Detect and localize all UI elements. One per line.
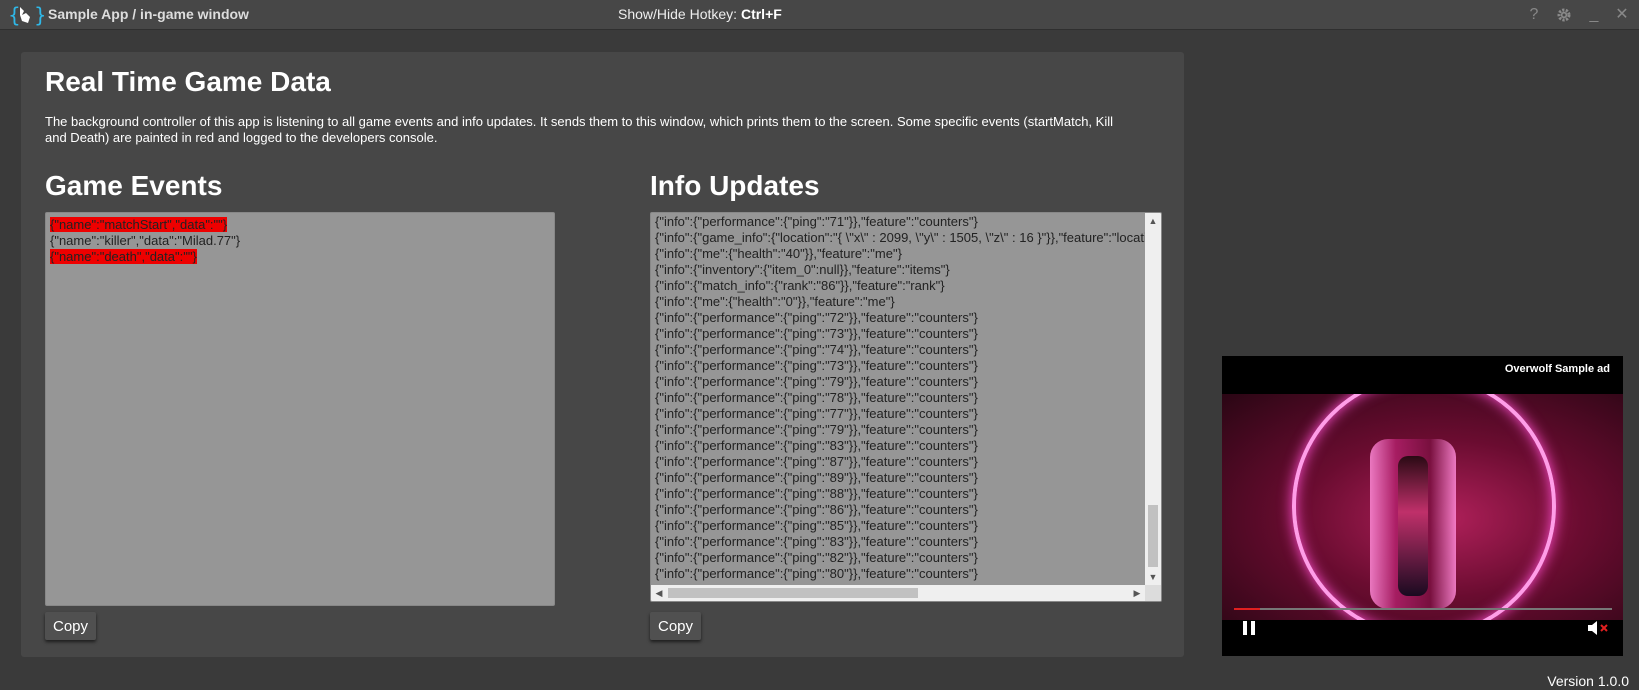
scroll-left-icon[interactable]: ◀	[651, 585, 667, 601]
scroll-up-icon[interactable]: ▲	[1145, 213, 1161, 229]
hotkey-value: Ctrl+F	[740, 6, 782, 22]
event-line: {"name":"killer","data":"Milad.77"}	[46, 233, 554, 249]
event-line-text: {"name":"death","data":""}	[50, 249, 197, 264]
ad-progress-bar[interactable]	[1234, 608, 1612, 610]
info-line: {"info":{"performance":{"ping":"83"}},"f…	[655, 438, 978, 453]
help-icon[interactable]: ?	[1524, 5, 1544, 25]
game-events-title: Game Events	[45, 170, 223, 201]
title-bar[interactable]: { } Sample App / in-game window Show/Hid…	[0, 0, 1639, 30]
close-icon[interactable]: ✕	[1612, 5, 1632, 25]
event-line-text: {"name":"killer","data":"Milad.77"}	[50, 233, 241, 248]
ad-progress-fill	[1234, 608, 1261, 610]
vertical-scroll-thumb[interactable]	[1148, 505, 1158, 567]
info-updates-lines: {"info":{"performance":{"ping":"71"}},"f…	[651, 214, 1145, 585]
vertical-scrollbar[interactable]: ▲ ▼	[1145, 213, 1161, 585]
mute-icon[interactable]	[1586, 619, 1610, 637]
horizontal-scrollbar[interactable]: ◀ ▶	[651, 585, 1161, 601]
version-label: Version 1.0.0	[1547, 673, 1629, 689]
info-line: {"info":{"performance":{"ping":"74"}},"f…	[655, 342, 978, 357]
minimize-icon[interactable]: _	[1584, 5, 1604, 25]
info-line: {"info":{"performance":{"ping":"73"}},"f…	[655, 326, 978, 341]
event-line: {"name":"matchStart","data":""}	[46, 217, 554, 233]
info-line: {"info":{"performance":{"ping":"86"}},"f…	[655, 502, 978, 517]
info-line: {"info":{"inventory":{"item_0":null}},"f…	[655, 262, 950, 277]
page-title: Real Time Game Data	[45, 66, 331, 97]
info-line: {"info":{"performance":{"ping":"82"}},"f…	[655, 550, 978, 565]
window-title: Sample App / in-game window	[48, 6, 249, 22]
info-updates-title: Info Updates	[650, 170, 820, 201]
info-line: {"info":{"performance":{"ping":"72"}},"f…	[655, 310, 978, 325]
info-line: {"info":{"performance":{"ping":"89"}},"f…	[655, 470, 978, 485]
info-line: {"info":{"performance":{"ping":"78"}},"f…	[655, 390, 978, 405]
info-line: {"info":{"performance":{"ping":"87"}},"f…	[655, 454, 978, 469]
info-line: {"info":{"performance":{"ping":"77"}},"f…	[655, 406, 978, 421]
info-line: {"info":{"performance":{"ping":"85"}},"f…	[655, 518, 978, 533]
main-panel: Real Time Game Data The background contr…	[21, 52, 1184, 657]
info-line: {"info":{"match_info":{"rank":"86"}},"fe…	[655, 278, 945, 293]
info-line: {"info":{"me":{"health":"0"}},"feature":…	[655, 294, 895, 309]
hotkey-hint: Show/Hide Hotkey: Ctrl+F	[618, 6, 782, 22]
figure-graphic	[1398, 456, 1428, 596]
hotkey-label: Show/Hide Hotkey:	[618, 6, 738, 22]
info-line: {"info":{"performance":{"ping":"79"}},"f…	[655, 422, 978, 437]
scroll-down-icon[interactable]: ▼	[1145, 569, 1161, 585]
event-line-text: {"name":"matchStart","data":""}	[50, 217, 228, 232]
ad-video-frame[interactable]	[1222, 394, 1623, 620]
info-line: {"info":{"game_info":{"location":"{ \"x\…	[655, 230, 1145, 245]
info-line: {"info":{"performance":{"ping":"83"}},"f…	[655, 534, 978, 549]
scrollbar-corner	[1145, 585, 1161, 601]
page-description: The background controller of this app is…	[45, 114, 1113, 145]
info-line: {"info":{"performance":{"ping":"71"}},"f…	[655, 214, 978, 229]
horizontal-scroll-thumb[interactable]	[668, 588, 918, 598]
ad-label: Overwolf Sample ad	[1504, 363, 1610, 375]
info-line: {"info":{"performance":{"ping":"88"}},"f…	[655, 486, 978, 501]
info-line: {"info":{"performance":{"ping":"79"}},"f…	[655, 374, 978, 389]
info-line: {"info":{"me":{"health":"40"}},"feature"…	[655, 246, 902, 261]
svg-text:}: }	[34, 3, 44, 27]
svg-text:{: {	[8, 3, 21, 27]
info-line: {"info":{"performance":{"ping":"73"}},"f…	[655, 358, 978, 373]
app-logo-icon: { }	[8, 3, 44, 27]
copy-events-button[interactable]: Copy	[45, 612, 97, 640]
event-line: {"name":"death","data":""}	[46, 249, 554, 265]
pause-icon[interactable]	[1240, 619, 1258, 637]
copy-info-button[interactable]: Copy	[650, 612, 702, 640]
video-ad[interactable]: Overwolf Sample ad	[1222, 356, 1623, 656]
gear-icon[interactable]	[1554, 5, 1574, 25]
info-updates-log[interactable]: {"info":{"performance":{"ping":"71"}},"f…	[650, 212, 1162, 602]
game-events-log[interactable]: {"name":"matchStart","data":""} {"name":"…	[45, 212, 555, 606]
scroll-right-icon[interactable]: ▶	[1129, 585, 1145, 601]
info-line: {"info":{"performance":{"ping":"80"}},"f…	[655, 566, 978, 581]
